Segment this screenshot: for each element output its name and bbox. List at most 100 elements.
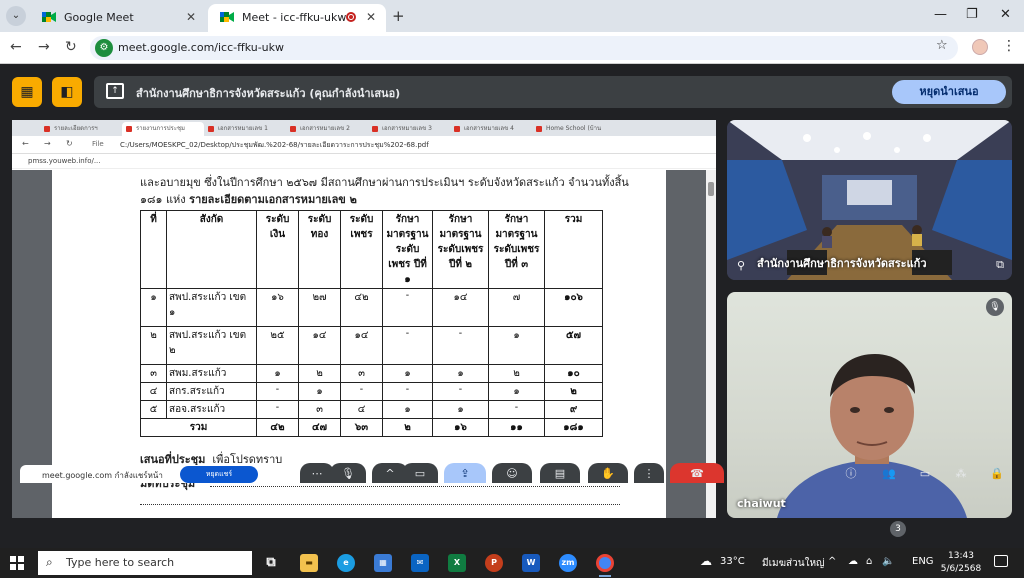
header-cell: สังกัด: [166, 210, 257, 289]
shared-screen: รายละเอียดการฯ รายงานการประชุม เอกสารหมา…: [12, 120, 716, 518]
crop-icon[interactable]: ⧉: [996, 258, 1004, 272]
mail-icon[interactable]: ✉: [411, 554, 429, 572]
meet-icon: [42, 12, 56, 22]
cell: ๒: [544, 382, 603, 401]
pin-icon[interactable]: ⚲: [737, 259, 745, 272]
tab-close-icon[interactable]: ✕: [186, 10, 196, 24]
network-icon[interactable]: ⌂: [866, 556, 872, 567]
cell: ๑๔: [298, 326, 341, 365]
presenting-text: สำนักงานศึกษาธิการจังหวัดสระแก้ว (คุณกำล…: [136, 87, 401, 100]
tab-google-meet[interactable]: Google Meet ✕: [30, 4, 206, 32]
cell: ๓: [298, 400, 341, 419]
leave-call-button[interactable]: ☎: [670, 463, 724, 483]
chat-icon[interactable]: ▭: [912, 463, 938, 483]
edge-icon[interactable]: e: [337, 554, 355, 572]
meet-icon: [220, 12, 234, 22]
window-close-icon[interactable]: ✕: [1000, 7, 1011, 22]
host-controls-icon[interactable]: 🔒: [984, 463, 1010, 483]
notification-icon[interactable]: [994, 555, 1008, 567]
excel-icon[interactable]: X: [448, 554, 466, 572]
dotted-line: [210, 486, 620, 487]
shared-tab: Home School (บ้าน: [532, 122, 614, 136]
site-info-icon[interactable]: ⚙: [95, 39, 113, 57]
mic-button[interactable]: 🎙: [330, 463, 366, 483]
camera-button[interactable]: ▭: [402, 463, 438, 483]
tray-chevron-icon[interactable]: ^: [828, 556, 836, 567]
forward-icon[interactable]: →: [38, 39, 50, 55]
cell: ๑๔: [340, 326, 383, 365]
windows-start-icon[interactable]: [10, 556, 24, 570]
restore-icon[interactable]: ❐: [966, 7, 978, 22]
cell: ๑๔: [432, 288, 489, 327]
cell: ๑๖: [432, 418, 489, 437]
reload-icon[interactable]: ↻: [65, 39, 77, 55]
bookmark-item: pmss.youweb.info/...: [28, 157, 101, 165]
layout-icon[interactable]: ◧: [52, 77, 82, 107]
stop-sharing-button[interactable]: หยุดแชร์: [180, 466, 258, 483]
cell: ๔: [340, 400, 383, 419]
people-icon[interactable]: 👥: [876, 463, 902, 483]
stop-presenting-button[interactable]: หยุดนำเสนอ: [892, 80, 1006, 104]
intro-line-1: และอบายมุข ซึ่งในปีการศึกษา ๒๕๖๗ มีสถานศ…: [140, 176, 629, 189]
cell: ๔: [140, 382, 167, 401]
chrome-icon[interactable]: [596, 554, 614, 572]
cell: ๔๒: [256, 418, 299, 437]
present-screen-icon: ↑: [106, 83, 124, 99]
cell: -: [256, 382, 299, 401]
back-icon[interactable]: ←: [10, 39, 22, 55]
cell: ๖๓: [340, 418, 383, 437]
header-cell: ที่: [140, 210, 167, 289]
captions-button[interactable]: ▤: [540, 463, 580, 483]
zoom-icon[interactable]: zm: [559, 554, 577, 572]
store-icon[interactable]: ▦: [374, 554, 392, 572]
cell: -: [382, 382, 433, 401]
cell: -: [432, 382, 489, 401]
powerpoint-icon[interactable]: P: [485, 554, 503, 572]
task-view-icon[interactable]: ⧉: [262, 554, 280, 572]
intro-line-2: ๑๘๑ แห่ง รายละเอียดตามเอกสารหมายเลข ๒: [140, 190, 357, 208]
taskbar-search[interactable]: ⌕ Type here to search: [38, 551, 252, 575]
table-row: ๓ สพม.สระแก้ว ๑ ๒ ๓ ๑ ๑ ๒ ๑๐: [140, 364, 603, 383]
cloud-tray-icon[interactable]: ☁: [848, 556, 858, 567]
hide-self-icon[interactable]: ▦: [12, 77, 42, 107]
taskbar-clock[interactable]: 13:43 5/6/2568: [936, 550, 986, 576]
raise-hand-button[interactable]: ✋: [588, 463, 628, 483]
kebab-icon[interactable]: ⋮: [1002, 38, 1016, 54]
weather-icon[interactable]: ☁: [700, 554, 712, 568]
header-cell: ระดับเงิน: [256, 210, 299, 289]
speaker-icon[interactable]: 🔈: [882, 556, 894, 567]
file-explorer-icon[interactable]: ▬: [300, 554, 318, 572]
emoji-button[interactable]: ☺: [492, 463, 532, 483]
cell: ๑: [432, 400, 489, 419]
participant-name: สำนักงานศึกษาธิการจังหวัดสระแก้ว: [757, 257, 927, 270]
profile-avatar[interactable]: [972, 39, 988, 55]
participant-tile-room[interactable]: ⚲ สำนักงานศึกษาธิการจังหวัดสระแก้ว ⧉: [727, 120, 1012, 280]
cell: สกร.สระแก้ว: [166, 382, 257, 401]
recording-icon: [346, 12, 356, 22]
language-indicator[interactable]: ENG: [912, 556, 934, 567]
cell: -: [432, 326, 489, 365]
more-actions-icon[interactable]: ⋮: [634, 463, 664, 483]
cell: ๒๕: [256, 326, 299, 365]
new-tab-icon[interactable]: +: [392, 7, 405, 25]
address-bar[interactable]: ⚙ meet.google.com/icc-ffku-ukw: [90, 36, 958, 60]
participant-tile-chaiwut[interactable]: 🎙 chaiwut: [727, 292, 1012, 518]
tab-meet-call[interactable]: Meet - icc-ffku-ukw ✕: [208, 4, 386, 32]
cell: ๑: [488, 382, 545, 401]
activities-icon[interactable]: ⁂: [948, 463, 974, 483]
word-icon[interactable]: W: [522, 554, 540, 572]
search-icon: ⌕: [46, 555, 53, 569]
weather-temp[interactable]: 33°C: [720, 556, 745, 567]
present-button[interactable]: ⇪: [444, 463, 486, 483]
cell: ๗: [488, 288, 545, 327]
tab-close-icon[interactable]: ✕: [366, 10, 376, 24]
cell: ๑๐๖: [544, 288, 603, 327]
cell: สพม.สระแก้ว: [166, 364, 257, 383]
shared-tab: เอกสารหมายเลข 3: [368, 122, 450, 136]
more-options-icon[interactable]: ⋯: [300, 463, 334, 483]
info-icon[interactable]: ⓘ: [838, 463, 864, 483]
tab-search-icon[interactable]: ⌄: [6, 6, 26, 26]
minimize-icon[interactable]: —: [934, 7, 947, 22]
star-icon[interactable]: ☆: [936, 38, 948, 53]
table-row: ๔ สกร.สระแก้ว - ๑ - - - ๑ ๒: [140, 382, 603, 401]
